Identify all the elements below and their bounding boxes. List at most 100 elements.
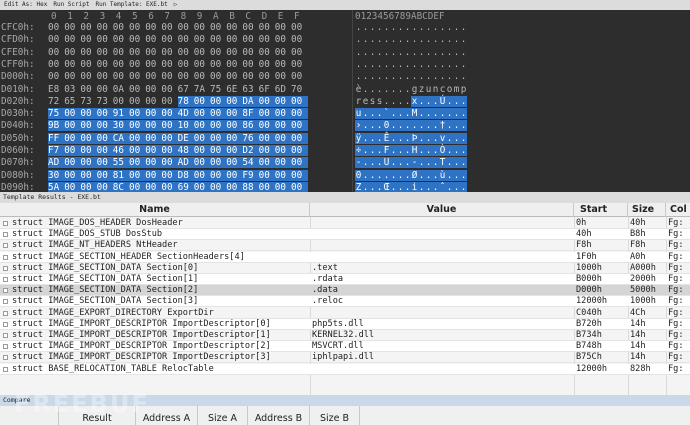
ascii-char[interactable]: . — [362, 47, 369, 58]
hex-byte[interactable]: 00 — [97, 22, 114, 33]
hex-byte[interactable]: 00 — [64, 47, 81, 58]
ascii-char[interactable]: u — [355, 108, 362, 120]
hex-byte[interactable]: 72 — [48, 96, 65, 107]
hex-byte[interactable]: 8F — [242, 108, 260, 120]
ascii-char[interactable]: . — [460, 47, 467, 58]
ascii-char[interactable]: . — [460, 108, 467, 120]
ascii-char[interactable]: . — [390, 59, 397, 70]
expand-icon[interactable] — [3, 277, 8, 282]
hex-byte[interactable]: 00 — [242, 59, 259, 70]
ascii-char[interactable]: . — [390, 47, 397, 58]
hex-byte[interactable]: 00 — [210, 145, 227, 156]
ascii-char[interactable]: . — [446, 169, 453, 181]
ascii-char[interactable]: . — [383, 47, 390, 58]
hex-byte[interactable]: 00 — [210, 59, 227, 70]
hex-byte[interactable]: 00 — [178, 47, 195, 58]
hex-byte[interactable]: 00 — [274, 169, 292, 181]
hex-byte[interactable]: D8 — [177, 169, 195, 181]
expand-icon[interactable] — [3, 221, 8, 226]
hex-byte[interactable]: F7 — [48, 145, 65, 156]
ascii-char[interactable]: . — [355, 47, 362, 58]
hex-byte[interactable]: 30 — [112, 120, 130, 132]
hex-editor[interactable]: 0 1 2 3 4 5 6 7 8 9 A B C D E F 0123456789ABCDEF CFC0h: 0… — [0, 10, 690, 192]
hex-byte[interactable]: 00 — [80, 34, 97, 45]
hex-byte[interactable]: 00 — [96, 169, 114, 181]
hex-byte[interactable]: 00 — [145, 22, 162, 33]
hex-byte[interactable]: 00 — [129, 84, 146, 95]
template-row[interactable]: struct IMAGE_IMPORT_DESCRIPTOR ImportDes… — [0, 341, 690, 353]
hex-byte[interactable]: 00 — [145, 108, 162, 120]
hex-byte[interactable]: 69 — [177, 181, 195, 192]
hex-byte[interactable]: 00 — [226, 169, 243, 181]
ascii-char[interactable]: . — [446, 181, 453, 192]
hex-byte[interactable]: 00 — [210, 169, 227, 181]
ascii-char[interactable]: . — [432, 108, 439, 120]
expand-icon[interactable] — [3, 243, 8, 249]
ascii-char[interactable]: . — [460, 34, 467, 45]
ascii-char[interactable]: . — [390, 169, 397, 181]
ascii-char[interactable]: Ò — [439, 145, 446, 156]
hex-byte[interactable]: 00 — [64, 157, 81, 169]
ascii-char[interactable]: c — [439, 84, 446, 95]
hex-byte[interactable]: 00 — [291, 181, 308, 192]
hex-byte[interactable]: 00 — [193, 157, 211, 169]
hex-byte[interactable]: 00 — [258, 132, 276, 144]
hex-byte[interactable]: 00 — [274, 132, 292, 144]
ascii-char[interactable]: . — [390, 145, 397, 156]
ascii-char[interactable]: . — [376, 59, 383, 70]
ascii-char[interactable]: . — [362, 34, 369, 45]
hex-byte[interactable]: 00 — [80, 181, 98, 192]
ascii-char[interactable]: . — [390, 181, 397, 192]
ascii-char[interactable]: . — [460, 181, 467, 192]
hex-byte[interactable]: 00 — [291, 145, 308, 156]
ascii-char[interactable]: . — [411, 71, 418, 82]
hex-byte[interactable]: 00 — [80, 22, 97, 33]
hex-byte[interactable]: 00 — [210, 71, 227, 82]
hex-byte[interactable]: AD — [48, 157, 65, 169]
ascii-char[interactable]: . — [418, 169, 425, 181]
hex-byte[interactable]: 00 — [129, 169, 146, 181]
expand-icon[interactable] — [3, 355, 8, 361]
ascii-char[interactable]: . — [362, 22, 369, 33]
hex-byte[interactable]: 00 — [48, 71, 65, 82]
hex-byte[interactable]: 00 — [210, 132, 227, 144]
hex-byte[interactable]: 00 — [80, 169, 98, 181]
ascii-char[interactable]: . — [453, 71, 460, 82]
hex-byte[interactable]: 00 — [97, 59, 114, 70]
ascii-char[interactable]: . — [376, 34, 383, 45]
ascii-char[interactable]: . — [362, 157, 369, 169]
ascii-char[interactable]: . — [460, 157, 467, 169]
hex-byte[interactable]: 00 — [291, 59, 308, 70]
ascii-char[interactable]: . — [376, 71, 383, 82]
hex-byte[interactable]: 00 — [259, 71, 276, 82]
hex-byte[interactable]: 00 — [194, 34, 211, 45]
compare-col-address-b[interactable]: Address B — [248, 406, 310, 425]
col-header-name[interactable]: Name — [0, 203, 310, 217]
hex-byte[interactable]: 00 — [145, 145, 162, 156]
ascii-char[interactable]: u — [425, 84, 432, 95]
ascii-char[interactable]: . — [369, 108, 376, 120]
hex-byte[interactable]: 00 — [275, 34, 292, 45]
ascii-char[interactable]: . — [362, 71, 369, 82]
hex-byte[interactable]: 00 — [97, 84, 114, 95]
hex-byte[interactable]: 00 — [291, 157, 308, 169]
ascii-char[interactable]: . — [376, 47, 383, 58]
hex-byte[interactable]: 00 — [178, 22, 195, 33]
template-row[interactable]: struct IMAGE_SECTION_DATA Section[2] .dat… — [0, 285, 690, 297]
ascii-char[interactable]: . — [432, 120, 439, 132]
hex-byte[interactable]: 65 — [64, 96, 81, 107]
ascii-char[interactable]: - — [355, 157, 362, 169]
ascii-char[interactable]: . — [446, 108, 453, 120]
ascii-char[interactable]: . — [411, 22, 418, 33]
ascii-char[interactable]: . — [425, 145, 432, 156]
hex-byte[interactable]: 00 — [129, 96, 146, 107]
ascii-char[interactable]: . — [362, 84, 369, 95]
expand-icon[interactable] — [3, 299, 8, 305]
hex-byte[interactable]: 81 — [112, 169, 130, 181]
hex-byte[interactable]: 00 — [64, 145, 81, 156]
hex-byte[interactable]: 00 — [64, 108, 81, 120]
hex-byte[interactable]: 00 — [96, 181, 114, 192]
toolbar-item[interactable]: Run Script — [53, 1, 89, 8]
ascii-char[interactable]: . — [390, 71, 397, 82]
hex-byte[interactable]: 00 — [259, 22, 276, 33]
